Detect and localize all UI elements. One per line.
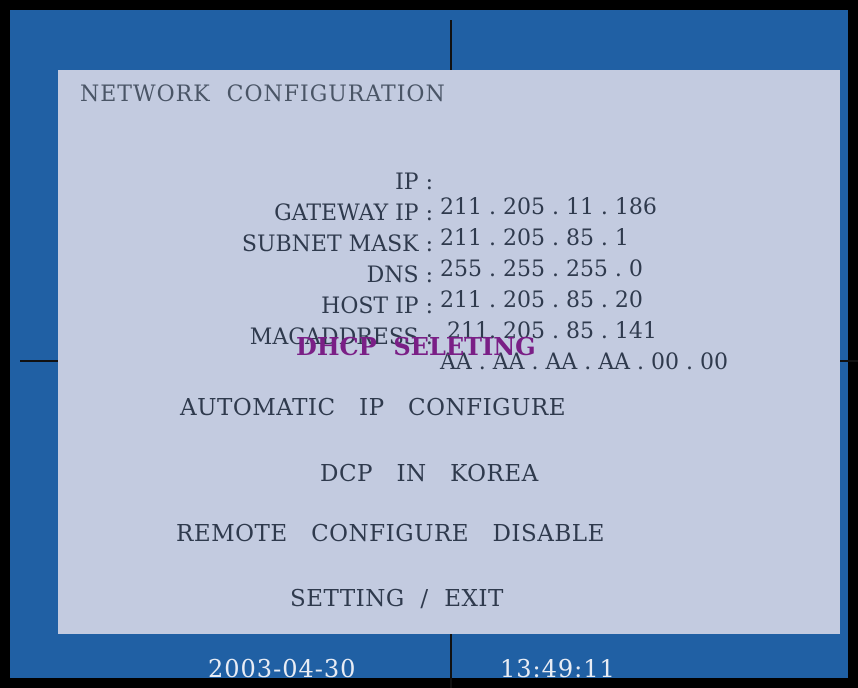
status-date: 2003-04-30 — [208, 655, 357, 683]
ip-row[interactable]: IP : 211 . 205 . 11 . 186 — [58, 145, 840, 220]
setting-exit-option[interactable]: SETTING / EXIT — [290, 586, 504, 612]
subnet-mask-row[interactable]: SUBNET MASK : 255 . 255 . 255 . 0 — [58, 207, 840, 282]
dhcp-setting-option[interactable]: DHCP SELETING — [296, 332, 536, 361]
mac-address-row[interactable]: MACADDRESS : AA . AA . AA . AA . 00 . 00 — [58, 300, 840, 375]
gateway-ip-row[interactable]: GATEWAY IP : 211 . 205 . 85 . 1 — [58, 176, 840, 251]
network-config-panel: NETWORK CONFIGURATION IP : 211 . 205 . 1… — [58, 70, 840, 634]
host-ip-row[interactable]: HOST IP : 211. 205 . 85 . 141 — [58, 269, 840, 344]
dns-row[interactable]: DNS : 211 . 205 . 85 . 20 — [58, 238, 840, 313]
dcp-in-korea-option[interactable]: DCP IN KOREA — [320, 461, 539, 487]
remote-configure-option[interactable]: REMOTE CONFIGURE DISABLE — [176, 521, 605, 547]
dvr-screen: NETWORK CONFIGURATION IP : 211 . 205 . 1… — [0, 0, 858, 688]
page-title: NETWORK CONFIGURATION — [80, 82, 446, 107]
status-time: 13:49:11 — [500, 655, 616, 683]
automatic-ip-configure-option[interactable]: AUTOMATIC IP CONFIGURE — [180, 395, 566, 421]
